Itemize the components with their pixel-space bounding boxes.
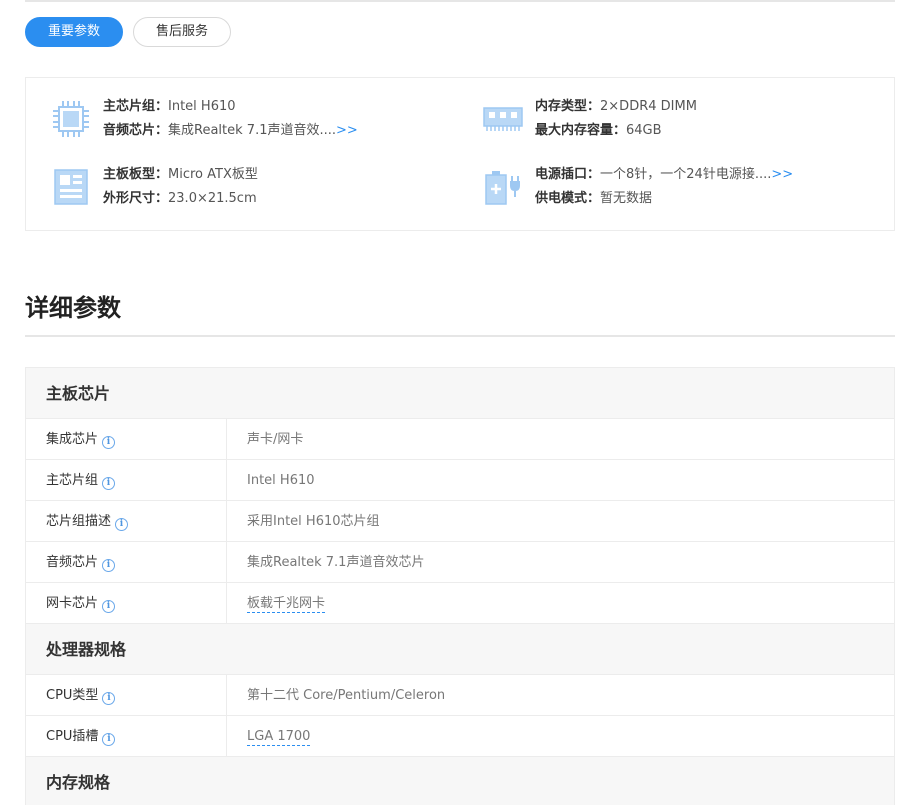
spec-label: 音频芯片 xyxy=(46,555,99,570)
param-key: 内存类型： xyxy=(535,99,601,114)
spec-group-title: 内存规格 xyxy=(26,757,894,805)
info-icon[interactable]: i xyxy=(115,518,129,531)
param-value: 23.0×21.5cm xyxy=(168,191,257,206)
spec-value: 集成Realtek 7.1声道音效芯片 xyxy=(247,555,425,570)
spec-label-cell: 集成芯片 i xyxy=(26,419,227,459)
key-param-memory: 内存类型：2×DDR4 DIMM 最大内存容量：64GB xyxy=(483,98,697,140)
spec-label-cell: 主芯片组 i xyxy=(26,460,227,500)
spec-label-cell: CPU插槽 i xyxy=(26,716,227,756)
spec-label: 主芯片组 xyxy=(46,473,99,488)
spec-row: 主芯片组 i Intel H610 xyxy=(26,460,894,501)
spec-value-link[interactable]: 板载千兆网卡 xyxy=(247,596,326,613)
param-key: 供电模式： xyxy=(535,191,601,206)
info-icon[interactable]: i xyxy=(102,733,116,746)
tab-important-params[interactable]: 重要参数 xyxy=(25,17,123,47)
param-key: 主芯片组： xyxy=(103,99,169,114)
spec-label: 集成芯片 xyxy=(46,432,99,447)
spec-value: 采用Intel H610芯片组 xyxy=(247,514,380,529)
spec-value-cell: LGA 1700 xyxy=(227,716,311,756)
spec-value-cell: 板载千兆网卡 xyxy=(227,583,326,623)
param-key: 音频芯片： xyxy=(103,123,169,138)
key-param-line: 音频芯片：集成Realtek 7.1声道音效....>> xyxy=(103,122,358,140)
key-param-line: 内存类型：2×DDR4 DIMM xyxy=(535,98,697,116)
key-param-line: 主芯片组：Intel H610 xyxy=(103,98,358,116)
spec-row: 集成芯片 i 声卡/网卡 xyxy=(26,419,894,460)
spec-row: CPU插槽 i LGA 1700 xyxy=(26,716,894,757)
spec-label: CPU类型 xyxy=(46,688,99,703)
param-key: 外形尺寸： xyxy=(103,191,169,206)
info-icon[interactable]: i xyxy=(102,600,116,613)
key-param-line: 外形尺寸：23.0×21.5cm xyxy=(103,190,258,208)
spec-table: 主板芯片 集成芯片 i 声卡/网卡 主芯片组 i Intel H610 芯片组描述 i… xyxy=(25,367,895,805)
spec-value-link[interactable]: LGA 1700 xyxy=(247,729,311,746)
tab-bar: 重要参数 售后服务 xyxy=(25,17,231,47)
spec-row: 网卡芯片 i 板载千兆网卡 xyxy=(26,583,894,624)
spec-group-title: 主板芯片 xyxy=(26,368,894,419)
key-param-board: 主板板型：Micro ATX板型 外形尺寸：23.0×21.5cm xyxy=(51,166,258,208)
motherboard-icon xyxy=(51,167,91,207)
spec-value: 第十二代 Core/Pentium/Celeron xyxy=(247,688,446,703)
key-params-panel: 主芯片组：Intel H610 音频芯片：集成Realtek 7.1声道音效..… xyxy=(25,77,895,231)
param-value: Micro ATX板型 xyxy=(168,167,258,182)
spec-label-cell: 音频芯片 i xyxy=(26,542,227,582)
spec-row: 音频芯片 i 集成Realtek 7.1声道音效芯片 xyxy=(26,542,894,583)
param-value: 64GB xyxy=(626,123,662,138)
param-value: 暂无数据 xyxy=(600,191,653,206)
key-param-power: 电源插口：一个8针，一个24针电源接....>> 供电模式：暂无数据 xyxy=(483,166,793,208)
param-key: 电源插口： xyxy=(535,167,601,182)
info-icon[interactable]: i xyxy=(102,436,116,449)
spec-label: 芯片组描述 xyxy=(46,514,112,529)
section-title: 详细参数 xyxy=(25,294,121,322)
info-icon[interactable]: i xyxy=(102,692,116,705)
spec-value: 声卡/网卡 xyxy=(247,432,304,447)
spec-group-title: 处理器规格 xyxy=(26,624,894,675)
key-param-line: 供电模式：暂无数据 xyxy=(535,190,793,208)
top-divider xyxy=(25,0,895,2)
param-value: 一个8针，一个24针电源接.... xyxy=(600,167,772,182)
param-key: 最大内存容量： xyxy=(535,123,627,138)
param-value: Intel H610 xyxy=(168,99,236,114)
spec-label-cell: 芯片组描述 i xyxy=(26,501,227,541)
param-value: 2×DDR4 DIMM xyxy=(600,99,697,114)
spec-label: CPU插槽 xyxy=(46,729,99,744)
more-link[interactable]: >> xyxy=(336,123,358,138)
more-link[interactable]: >> xyxy=(771,167,793,182)
memory-icon xyxy=(483,99,523,139)
key-param-line: 最大内存容量：64GB xyxy=(535,122,697,140)
spec-label: 网卡芯片 xyxy=(46,596,99,611)
param-value: 集成Realtek 7.1声道音效.... xyxy=(168,123,337,138)
tab-after-sales[interactable]: 售后服务 xyxy=(133,17,231,47)
power-icon xyxy=(483,167,523,207)
spec-value: Intel H610 xyxy=(247,473,315,488)
key-param-line: 电源插口：一个8针，一个24针电源接....>> xyxy=(535,166,793,184)
spec-row: 芯片组描述 i 采用Intel H610芯片组 xyxy=(26,501,894,542)
chip-icon xyxy=(51,99,91,139)
spec-label-cell: 网卡芯片 i xyxy=(26,583,227,623)
info-icon[interactable]: i xyxy=(102,477,116,490)
section-divider xyxy=(25,335,895,337)
spec-row: CPU类型 i 第十二代 Core/Pentium/Celeron xyxy=(26,675,894,716)
info-icon[interactable]: i xyxy=(102,559,116,572)
key-param-line: 主板板型：Micro ATX板型 xyxy=(103,166,258,184)
param-key: 主板板型： xyxy=(103,167,169,182)
spec-label-cell: CPU类型 i xyxy=(26,675,227,715)
key-param-chipset: 主芯片组：Intel H610 音频芯片：集成Realtek 7.1声道音效..… xyxy=(51,98,358,140)
